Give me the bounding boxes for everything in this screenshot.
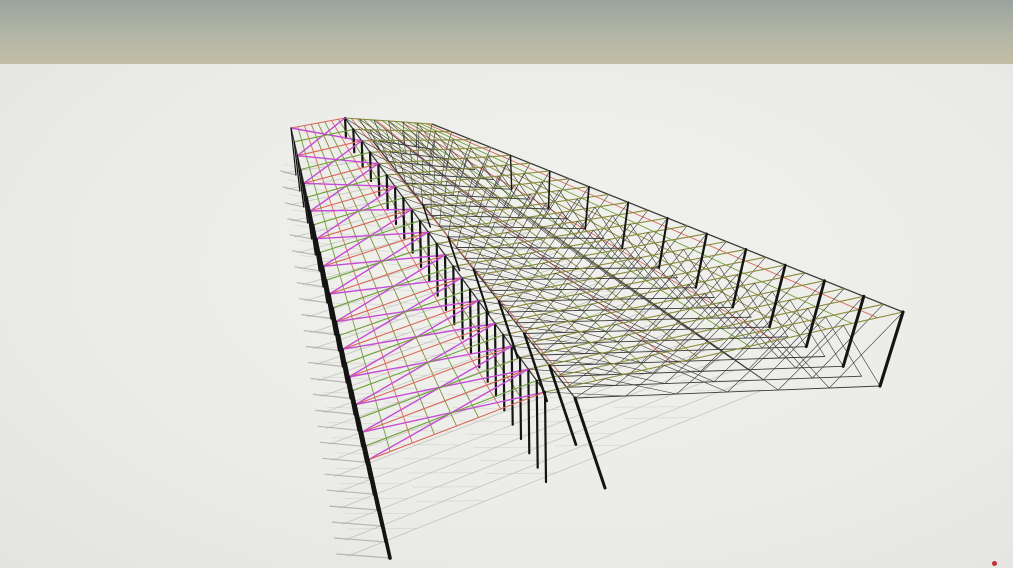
ridge-hanger [443,253,448,312]
truss-web [473,248,483,270]
ridge-hanger [510,345,514,426]
column-shadow [308,361,344,368]
truss-web [732,299,791,360]
truss-web [686,311,737,362]
truss-web [612,215,641,259]
ridge-hanger [535,379,539,469]
ridge-hanger [435,242,439,297]
ridge-hanger [527,368,531,455]
truss-web [518,242,567,269]
truss-web [541,226,583,259]
left-column [309,210,321,272]
shadow-web [388,415,447,418]
truss-web [488,156,513,190]
interior-column [573,396,607,490]
truss-web [717,291,773,350]
truss-web [530,252,581,280]
roof-trusses [290,116,904,484]
truss-web [481,166,512,199]
ridge-hanger [418,219,423,269]
left-column [312,223,325,288]
truss-web [458,191,500,218]
truss-web [639,344,701,372]
shadow-web [432,368,487,371]
column-shadow [294,266,321,272]
shadow-web [372,249,409,255]
ridge-hanger [493,322,498,398]
shadow-web [416,500,487,502]
column-shadow [333,537,387,543]
right-column [878,310,905,388]
column-shadow [310,377,348,384]
ridge-hanger [543,390,548,484]
truss-web [543,262,594,290]
truss-top-chord-left [338,288,471,337]
corner-indicator-icon [992,561,997,566]
column-shadow [319,441,364,447]
truss-web [497,175,528,209]
truss-web [481,259,493,281]
truss-top-chord-left [364,380,538,447]
column-shadow [317,425,360,431]
ridge-hanger [368,151,373,183]
truss-web [653,303,704,340]
3d-viewport[interactable] [0,0,1013,568]
truss-web [812,303,884,379]
column-shadow [326,489,375,495]
ridge-hanger [477,299,481,369]
column-shadow [329,505,379,511]
truss-web [727,338,785,393]
ridge-hanger [502,333,506,412]
truss-web [491,164,507,198]
ridge-hanger [485,311,489,383]
ridge-hanger [468,288,473,355]
steel-frame-structure [280,116,905,560]
ridge-hanger [402,196,406,240]
truss-top-chord-left [290,117,346,129]
ridge-hanger [393,185,398,226]
ridge-hanger [343,116,348,140]
column-shadow [324,473,371,479]
truss-top-chord-left [300,151,371,171]
truss-web [418,130,420,156]
truss-web [506,173,525,208]
truss-web [762,316,826,381]
column-shadow [315,409,356,415]
column-shadow [282,186,301,192]
interior-column [548,364,578,446]
truss-web [569,245,613,279]
column-shadow [322,457,368,463]
truss-web [460,139,472,169]
truss-web [469,288,536,301]
truss-web [502,334,576,344]
column-shadow [312,393,352,399]
truss-web [713,329,769,383]
column-shadow [331,521,383,527]
ridge-hanger [410,208,414,254]
truss-web [605,344,641,376]
shadow-web [624,417,695,419]
truss-web [610,209,649,259]
truss-web [747,308,809,371]
column-shadow [336,553,391,559]
truss-web [627,217,668,269]
shadow-web [485,273,530,277]
ridge-hanger [352,128,356,154]
truss-top-chord-left [293,128,354,143]
truss-web [458,168,492,198]
shadow-web [399,302,444,306]
ridge-hanger [518,356,523,441]
truss-web [527,217,568,249]
truss-web [493,155,511,189]
truss-web [565,230,594,269]
